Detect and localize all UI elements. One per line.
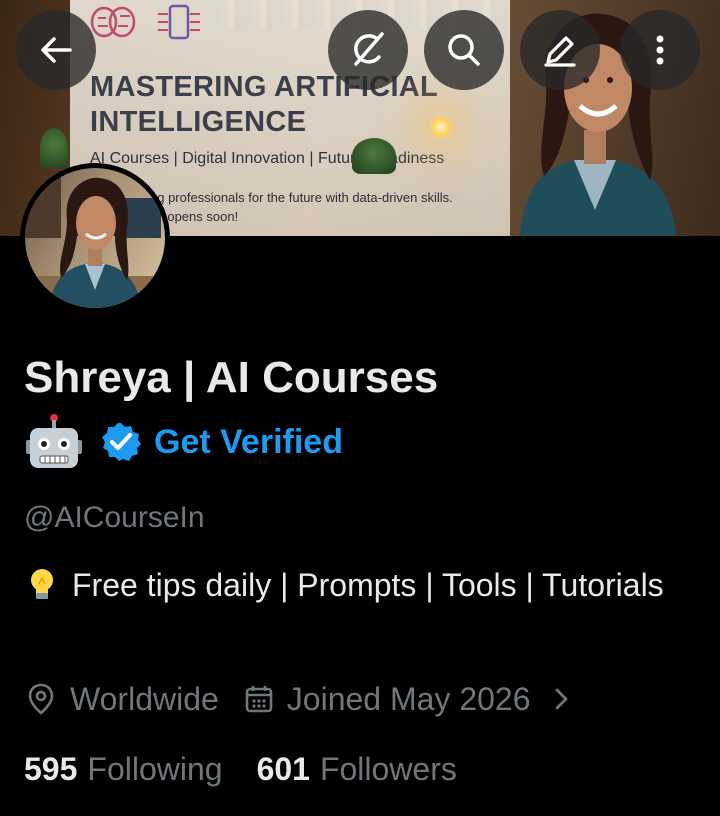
grok-button[interactable] <box>328 10 408 90</box>
profile-meta: Worldwide Joined May 2026 <box>24 676 585 722</box>
chevron-right-icon[interactable] <box>551 684 573 714</box>
brain-icon <box>90 6 136 38</box>
following-link[interactable]: 595 Following <box>24 751 223 788</box>
arrow-left-icon <box>41 37 72 63</box>
get-verified-link[interactable]: Get Verified <box>154 423 343 462</box>
display-name: Shreya | AI Courses <box>24 353 439 402</box>
banner-title: MASTERING ARTIFICIAL INTELLIGENCE <box>90 71 438 138</box>
lightbulb-emoji-icon <box>31 569 53 599</box>
banner-tagline: ng professionals for the future with dat… <box>150 190 453 205</box>
followers-count: 601 <box>256 750 310 787</box>
verified-badge-icon[interactable] <box>100 421 142 463</box>
avatar[interactable] <box>20 163 170 313</box>
banner-icons <box>90 4 202 40</box>
plant-decor <box>40 128 68 168</box>
robot-emoji-icon <box>26 414 82 468</box>
search-button[interactable] <box>424 10 504 90</box>
bio-text: Free tips daily | Prompts | Tools | Tuto… <box>72 567 664 603</box>
following-count: 595 <box>24 750 78 787</box>
search-icon <box>448 34 480 66</box>
more-vertical-icon <box>656 35 664 65</box>
lamp-decor <box>430 112 452 142</box>
back-button[interactable] <box>16 10 96 90</box>
edit-button[interactable] <box>520 10 600 90</box>
joined-date: Joined May 2026 <box>286 680 531 717</box>
devices-icon <box>158 4 200 40</box>
followers-label: Followers <box>319 750 457 787</box>
grok-icon <box>354 32 384 66</box>
pen-icon <box>544 36 576 67</box>
badge-row: Get Verified <box>24 412 343 472</box>
more-button[interactable] <box>620 10 700 90</box>
follow-stats: 595 Following 601 Followers <box>24 746 457 792</box>
username-handle: @AICourseIn <box>24 501 205 534</box>
calendar-icon <box>245 686 273 713</box>
avatar-portrait <box>25 168 165 308</box>
location-pin-icon <box>28 683 54 715</box>
following-label: Following <box>87 750 223 787</box>
followers-link[interactable]: 601 Followers <box>257 751 457 788</box>
location-text: Worldwide <box>70 680 219 717</box>
profile-bio: Free tips daily | Prompts | Tools | Tuto… <box>24 562 694 608</box>
plant-decor <box>352 138 396 174</box>
